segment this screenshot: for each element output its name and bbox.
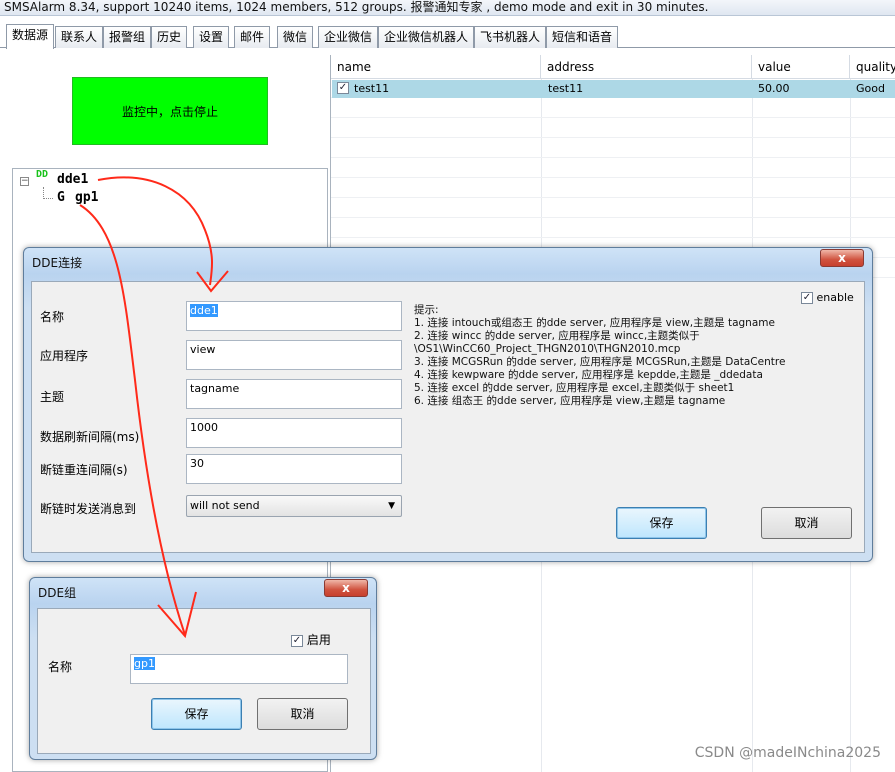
- tree-item-gp1[interactable]: gp1: [75, 190, 98, 205]
- tab-contacts[interactable]: 联系人: [55, 26, 104, 48]
- application-label: 应用程序: [40, 349, 89, 363]
- cancel-button[interactable]: 取消: [761, 507, 852, 539]
- grid-row-divider: [331, 137, 895, 138]
- main-tab-bar: 数据源 联系人 报警组 历史 设置 邮件 微信 企业微信 企业微信机器人 飞书机…: [0, 22, 895, 49]
- group-icon: G: [57, 190, 65, 205]
- chevron-down-icon: ▼: [388, 501, 395, 511]
- name-label: 名称: [40, 310, 65, 324]
- hint-line: 1. 连接 intouch或组态王 的dde server, 应用程序是 vie…: [414, 317, 775, 329]
- hint-line: 3. 连接 MCGSRun 的dde server, 应用程序是 MCGSRun…: [414, 356, 786, 368]
- tab-settings[interactable]: 设置: [193, 26, 230, 48]
- hint-line: 提示:: [414, 304, 439, 316]
- cell-address: test11: [548, 82, 584, 95]
- group-enable-checkbox[interactable]: ✓: [291, 634, 303, 647]
- table-row[interactable]: ✓ test11 test11 50.00 Good: [332, 80, 895, 98]
- close-icon[interactable]: x: [324, 579, 368, 597]
- watermark: CSDN @madeINchina2025: [694, 745, 881, 761]
- save-button[interactable]: 保存: [616, 507, 707, 539]
- hint-line: 4. 连接 kewpware 的dde server, 应用程序是 kepdde…: [414, 369, 763, 381]
- reconnect-interval-label: 断链重连间隔(s): [40, 463, 128, 477]
- hint-line: \OS1\WinCC60_Project_THGN2010\THGN2010.m…: [414, 343, 681, 355]
- enable-checkbox-row[interactable]: ✓ enable: [801, 291, 854, 304]
- reconnect-interval-input[interactable]: 30: [186, 454, 402, 484]
- grid-row-divider: [331, 117, 895, 118]
- column-header-address[interactable]: address: [541, 55, 752, 79]
- group-save-button[interactable]: 保存: [151, 698, 242, 730]
- tab-history[interactable]: 历史: [151, 26, 188, 48]
- topic-input[interactable]: tagname: [186, 379, 402, 409]
- dialog-title: DDE连接: [32, 256, 83, 270]
- connection-name-input[interactable]: dde1: [186, 301, 402, 331]
- hint-line: 6. 连接 组态王 的dde server, 应用程序是 view,主题是 ta…: [414, 395, 726, 407]
- hint-line: 2. 连接 wincc 的dde server, 应用程序是 wincc,主题类…: [414, 330, 700, 342]
- enable-label: enable: [816, 291, 854, 304]
- group-enable-label: 启用: [306, 633, 331, 647]
- disconnect-notify-select[interactable]: will not send ▼: [186, 495, 402, 517]
- tab-wecom[interactable]: 企业微信: [318, 26, 379, 48]
- cell-name: test11: [354, 82, 390, 95]
- reconnect-interval-value: 30: [190, 457, 204, 470]
- group-enable-checkbox-row[interactable]: ✓ 启用: [291, 631, 331, 648]
- group-name-label: 名称: [48, 660, 73, 674]
- tab-wechat[interactable]: 微信: [277, 26, 314, 48]
- monitor-toggle-button[interactable]: 监控中，点击停止: [72, 77, 268, 145]
- application-input[interactable]: view: [186, 340, 402, 370]
- window-title: SMSAlarm 8.34, support 10240 items, 1024…: [4, 0, 709, 14]
- cell-value: 50.00: [758, 82, 790, 95]
- grid-row-divider: [331, 217, 895, 218]
- cell-quality: Good: [856, 82, 885, 95]
- refresh-interval-value: 1000: [190, 421, 218, 434]
- hint-text: 提示: 1. 连接 intouch或组态王 的dde server, 应用程序是…: [414, 304, 854, 408]
- column-header-value[interactable]: value: [752, 55, 850, 79]
- refresh-interval-label: 数据刷新间隔(ms): [40, 430, 140, 444]
- dde-icon: DD: [36, 169, 49, 180]
- enable-checkbox[interactable]: ✓: [801, 292, 813, 304]
- group-name-value: gp1: [134, 657, 155, 670]
- tab-feishu-robot[interactable]: 飞书机器人: [474, 26, 547, 48]
- column-header-name[interactable]: name: [331, 55, 541, 79]
- group-name-input[interactable]: gp1: [130, 654, 348, 684]
- grid-row-divider: [331, 157, 895, 158]
- tab-alarm-groups[interactable]: 报警组: [103, 26, 152, 48]
- grid-row-divider: [331, 197, 895, 198]
- topic-label: 主题: [40, 390, 65, 404]
- topic-value: tagname: [190, 382, 240, 395]
- application-value: view: [190, 343, 216, 356]
- tree-connector: [43, 198, 53, 199]
- connection-name-value: dde1: [190, 304, 218, 317]
- tree-collapse-icon[interactable]: −: [20, 177, 29, 186]
- tab-wecom-robot[interactable]: 企业微信机器人: [378, 26, 475, 48]
- tab-sms-voice[interactable]: 短信和语音: [546, 26, 619, 48]
- tab-data-source[interactable]: 数据源: [6, 24, 55, 49]
- column-header-quality[interactable]: quality: [850, 55, 895, 79]
- window-title-bar: SMSAlarm 8.34, support 10240 items, 1024…: [0, 0, 895, 16]
- dialog-title: DDE组: [38, 586, 77, 600]
- tree-item-dde1[interactable]: dde1: [57, 172, 88, 187]
- disconnect-notify-label: 断链时发送消息到: [40, 502, 137, 516]
- refresh-interval-input[interactable]: 1000: [186, 418, 402, 448]
- group-cancel-button[interactable]: 取消: [257, 698, 348, 730]
- hint-line: 5. 连接 excel 的dde server, 应用程序是 excel,主题类…: [414, 382, 735, 394]
- grid-row-divider: [331, 237, 895, 238]
- disconnect-notify-value: will not send: [190, 499, 260, 512]
- close-icon[interactable]: x: [820, 249, 864, 267]
- tab-email[interactable]: 邮件: [234, 26, 271, 48]
- grid-row-divider: [331, 177, 895, 178]
